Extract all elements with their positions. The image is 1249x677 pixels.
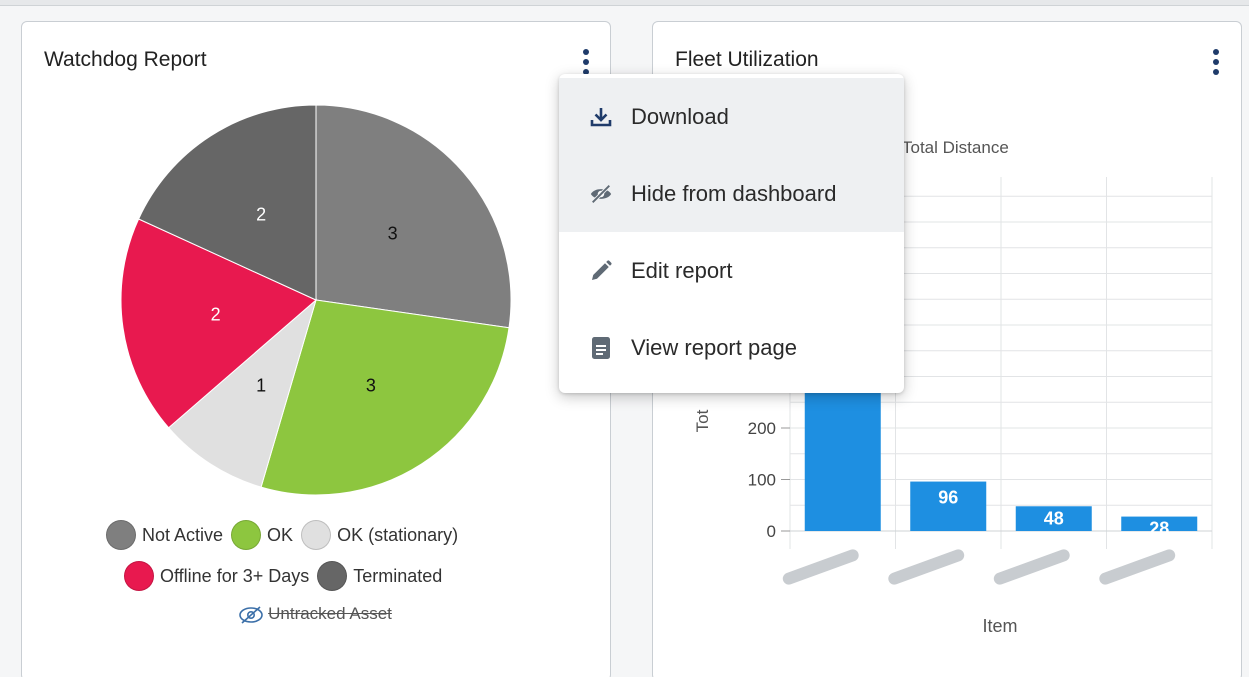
pencil-icon (589, 259, 613, 283)
y-tick-label: 100 (748, 471, 776, 490)
legend-item-ok-stationary[interactable]: OK (stationary) (301, 520, 458, 550)
menu-item-label: Edit report (631, 257, 733, 283)
legend-label: Not Active (142, 524, 224, 545)
pie-data-label: 3 (366, 375, 376, 395)
pie-data-label: 2 (256, 205, 266, 225)
eye-off-icon (239, 605, 263, 624)
chart-subtitle: Total Distance (902, 138, 1009, 157)
menu-item-view-report-page[interactable]: View report page (559, 309, 904, 386)
x-tick-label-redacted (782, 549, 859, 585)
eye-off-icon (589, 182, 613, 206)
legend-label: Offline for 3+ Days (160, 565, 310, 586)
document-icon (589, 336, 613, 360)
x-tick-label-redacted (993, 549, 1070, 585)
legend-item-not-active[interactable]: Not Active (106, 520, 223, 550)
legend-swatch (106, 520, 136, 550)
x-tick-label-redacted (1099, 549, 1176, 585)
watchdog-legend-row-1: Not Active OK OK (stationary) (106, 520, 466, 550)
legend-item-untracked[interactable]: Untracked Asset (21, 604, 609, 624)
untracked-label: Untracked Asset (268, 604, 392, 623)
menu-item-label: View report page (631, 334, 797, 360)
bar-data-label: 48 (1044, 508, 1064, 528)
legend-swatch (231, 520, 262, 550)
menu-item-edit-report[interactable]: Edit report (559, 232, 904, 309)
y-axis-label: Tot (693, 409, 712, 432)
menu-item-hide-from-dashboard[interactable]: Hide from dashboard (559, 155, 904, 232)
legend-swatch (301, 520, 332, 550)
x-axis-label: Item (982, 616, 1017, 636)
legend-swatch (124, 561, 154, 591)
pie-data-label: 3 (388, 224, 398, 244)
pie-data-label: 2 (211, 304, 221, 324)
legend-label: OK (stationary) (337, 524, 459, 545)
menu-item-label: Download (631, 103, 729, 129)
watchdog-pie-chart: 3 3 1 2 2 (120, 104, 512, 496)
y-tick-label: 0 (767, 522, 776, 541)
top-edge (0, 0, 1249, 6)
pie-data-label: 1 (256, 375, 266, 395)
watchdog-legend-row-2: Offline for 3+ Days Terminated (124, 561, 450, 591)
pie-slice[interactable] (315, 104, 512, 329)
y-tick-label: 200 (748, 419, 776, 438)
bar-data-label: 96 (938, 488, 958, 508)
bar[interactable] (804, 376, 881, 532)
menu-item-label: Hide from dashboard (631, 180, 837, 206)
menu-item-download[interactable]: Download (559, 78, 904, 155)
legend-swatch (317, 561, 348, 591)
legend-item-ok[interactable]: OK (231, 520, 293, 550)
bar-data-label: 28 (1149, 519, 1169, 539)
x-tick-label-redacted (888, 549, 965, 585)
download-icon (589, 105, 613, 129)
legend-label: OK (267, 524, 294, 545)
legend-item-offline[interactable]: Offline for 3+ Days (124, 561, 309, 591)
legend-label: Terminated (353, 565, 443, 586)
report-context-menu: Download Hide from dashboard Edit report (559, 74, 904, 393)
legend-item-terminated[interactable]: Terminated (317, 561, 442, 591)
